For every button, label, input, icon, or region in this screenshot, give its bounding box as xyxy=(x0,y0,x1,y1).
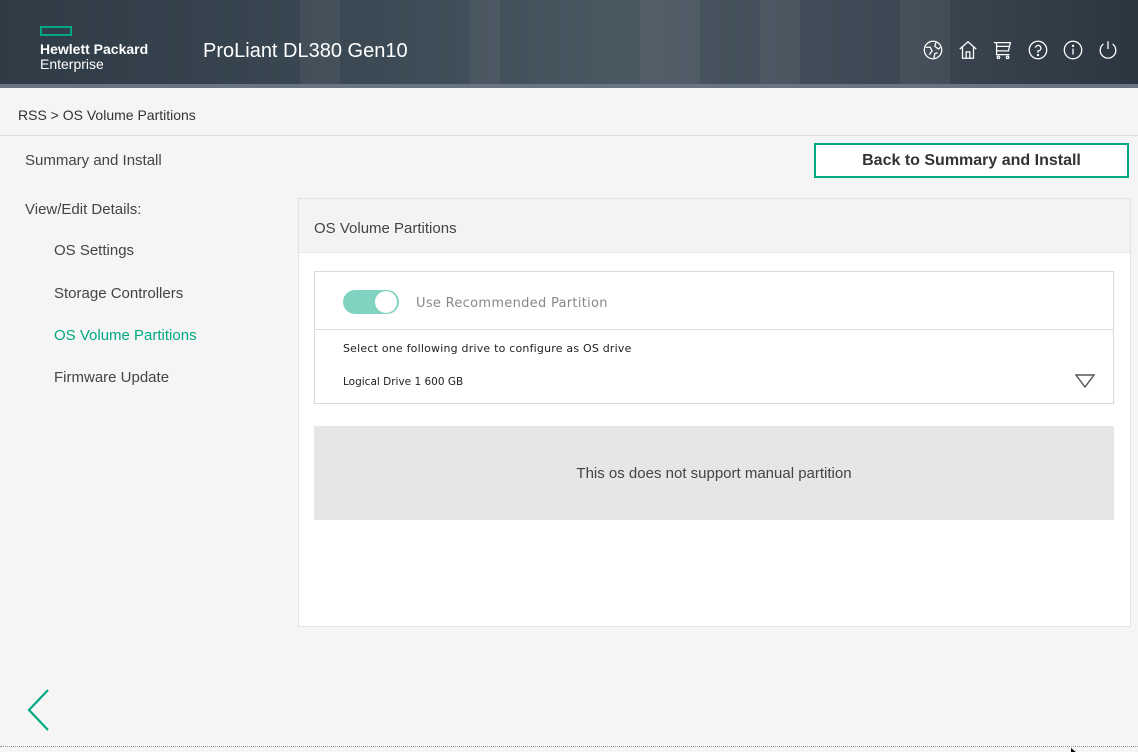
hpe-logo-mark xyxy=(40,26,72,36)
sidebar-heading-view-edit: View/Edit Details: xyxy=(25,201,142,218)
toggle-label: Use Recommended Partition xyxy=(416,296,608,311)
mouse-cursor-icon xyxy=(1070,742,1080,752)
product-title: ProLiant DL380 Gen10 xyxy=(203,40,408,62)
cart-icon[interactable] xyxy=(991,38,1015,62)
info-icon[interactable] xyxy=(1061,38,1085,62)
os-volume-partitions-panel: OS Volume Partitions Use Recommended Par… xyxy=(298,198,1131,627)
globe-icon[interactable] xyxy=(921,38,945,62)
recommended-partition-toggle[interactable] xyxy=(343,290,399,314)
selected-drive: Logical Drive 1 600 GB xyxy=(343,376,464,388)
back-arrow-icon[interactable] xyxy=(26,688,50,732)
partition-card: Use Recommended Partition Select one fol… xyxy=(314,271,1114,404)
header-icons xyxy=(921,38,1120,62)
back-to-summary-button[interactable]: Back to Summary and Install xyxy=(814,143,1129,178)
header-bar: Hewlett Packard Enterprise ProLiant DL38… xyxy=(0,0,1138,88)
breadcrumb-bar: RSS > OS Volume Partitions xyxy=(0,92,1138,136)
power-icon[interactable] xyxy=(1096,38,1120,62)
bottom-divider xyxy=(0,746,1138,747)
sidebar-item-storage-controllers[interactable]: Storage Controllers xyxy=(54,285,183,302)
brand-line1: Hewlett Packard xyxy=(40,41,149,57)
recommended-partition-row: Use Recommended Partition xyxy=(315,272,1113,330)
hpe-logo: Hewlett Packard Enterprise xyxy=(40,26,148,72)
sidebar-item-os-volume-partitions[interactable]: OS Volume Partitions xyxy=(54,327,197,344)
panel-title: OS Volume Partitions xyxy=(299,199,1130,253)
sidebar-item-firmware-update[interactable]: Firmware Update xyxy=(54,369,169,386)
chevron-down-icon[interactable] xyxy=(1074,373,1096,389)
home-icon[interactable] xyxy=(956,38,980,62)
sidebar-item-summary[interactable]: Summary and Install xyxy=(25,152,162,169)
drive-select-prompt: Select one following drive to configure … xyxy=(343,342,632,355)
help-icon[interactable] xyxy=(1026,38,1050,62)
sidebar-item-os-settings[interactable]: OS Settings xyxy=(54,242,134,259)
breadcrumb: RSS > OS Volume Partitions xyxy=(18,107,196,123)
manual-partition-notice: This os does not support manual partitio… xyxy=(314,426,1114,520)
toggle-knob xyxy=(375,291,397,313)
brand-line2: Enterprise xyxy=(40,56,104,72)
